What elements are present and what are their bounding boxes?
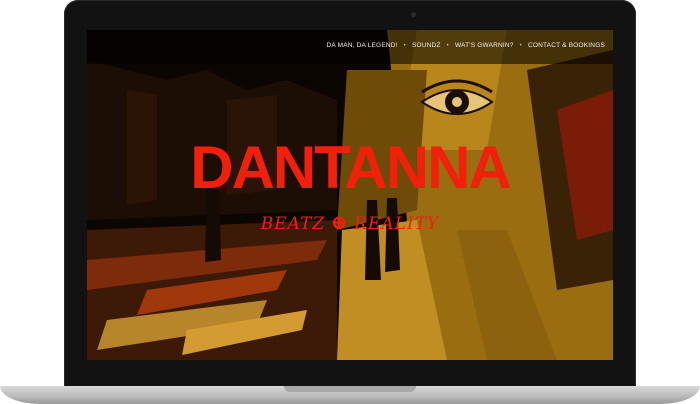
nav-separator: • <box>519 42 522 49</box>
website-screen: DA MAN, DA LEGEND! • SOUNDZ • WAT'S GWAR… <box>87 30 613 360</box>
nav-item-da-man-da-legend[interactable]: DA MAN, DA LEGEND! <box>327 42 398 49</box>
top-navigation-bar: DA MAN, DA LEGEND! • SOUNDZ • WAT'S GWAR… <box>87 30 613 64</box>
site-tagline: BEATZ ☻ REALITY <box>260 214 440 234</box>
nav-item-contact-bookings[interactable]: CONTACT & BOOKINGS <box>528 42 605 49</box>
main-nav: DA MAN, DA LEGEND! • SOUNDZ • WAT'S GWAR… <box>327 42 606 49</box>
site-logo[interactable]: DANTANNA <box>87 138 613 198</box>
nav-item-soundz[interactable]: SOUNDZ <box>412 42 441 49</box>
webcam-icon <box>411 12 416 17</box>
nav-item-wats-gwarnin[interactable]: WAT'S GWARNIN? <box>455 42 514 49</box>
nav-separator: • <box>403 42 406 49</box>
laptop-notch <box>284 386 416 392</box>
nav-separator: • <box>446 42 449 49</box>
